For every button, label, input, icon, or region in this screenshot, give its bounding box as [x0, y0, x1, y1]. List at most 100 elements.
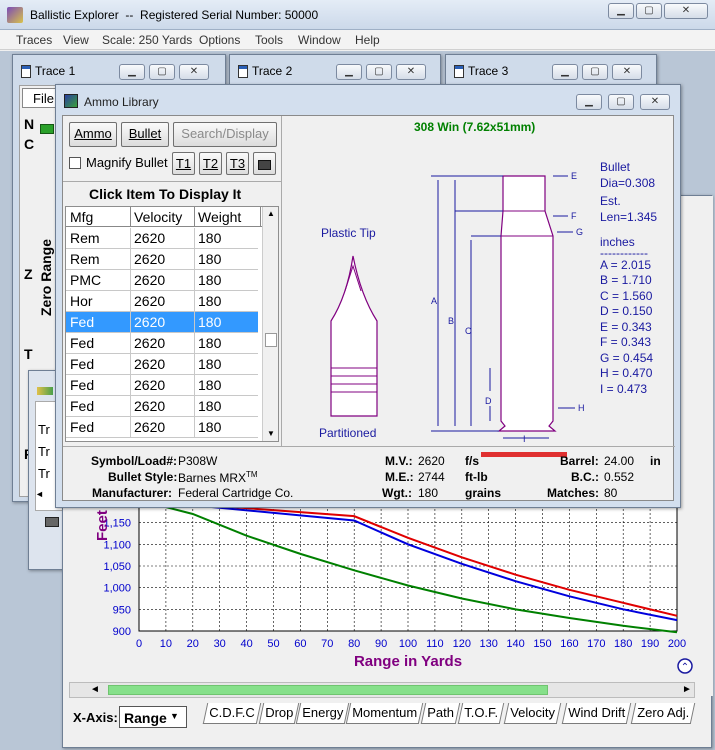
barrel-unit: in — [650, 454, 661, 468]
tab-momentum[interactable]: Momentum — [345, 703, 424, 724]
x-tick-label: 70 — [321, 638, 333, 650]
ammo-list[interactable]: Mfg Velocity Weight Rem 2620 180 Rem 2620 180… — [65, 206, 279, 442]
trace1-maximize-button[interactable]: ▢ — [149, 64, 175, 80]
list-item[interactable]: Hor 2620 180 — [66, 291, 258, 312]
minimize-button[interactable]: ▁ — [608, 3, 634, 19]
tab-momentum-label: Momentum — [352, 705, 418, 720]
menu-traces[interactable]: Traces — [16, 33, 52, 47]
tab-cdfc[interactable]: C.D.F.C — [202, 703, 261, 724]
x-tick-label: 150 — [533, 638, 551, 650]
trace3-close-button[interactable]: ✕ — [612, 64, 642, 80]
menu-window[interactable]: Window — [298, 33, 341, 47]
col-mfg[interactable]: Mfg — [70, 209, 93, 225]
xaxis-select[interactable]: Range ▼ — [119, 706, 187, 728]
t3-button[interactable]: T3 — [226, 152, 249, 175]
list-item[interactable]: PMC 2620 180 — [66, 270, 258, 291]
y-tick-label: 1,050 — [103, 561, 131, 573]
list-item[interactable]: Fed 2620 180 — [66, 354, 258, 375]
t1-button[interactable]: T1 — [172, 152, 195, 175]
tab-path[interactable]: Path — [420, 703, 460, 724]
list-item[interactable]: Fed 2620 180 — [66, 417, 258, 438]
style-value: Barnes MRXTM — [178, 470, 258, 485]
list-item[interactable]: Fed 2620 180 — [66, 375, 258, 396]
bullet-button[interactable]: Bullet — [121, 122, 169, 147]
magnify-checkbox[interactable] — [69, 157, 81, 169]
bullet-button-label: Bullet — [128, 126, 162, 141]
trace1-minimize-button[interactable]: ▁ — [119, 64, 145, 80]
ammo-button[interactable]: Ammo — [69, 122, 117, 147]
scroll-down-arrow[interactable]: ▼ — [267, 429, 275, 438]
list-scroll-thumb[interactable] — [265, 333, 277, 347]
trace2-close-button[interactable]: ✕ — [396, 64, 426, 80]
dim-c: C — [465, 326, 472, 336]
scroll-left-arrow[interactable]: ◄ — [90, 684, 100, 695]
dim-item: C = 1.560 — [600, 288, 653, 303]
menubar: Traces View Scale: 250 Yards Options Too… — [0, 30, 715, 50]
cartridge-case — [497, 175, 557, 432]
scroll-thumb[interactable] — [108, 685, 548, 695]
list-item[interactable]: Fed 2620 180 — [66, 396, 258, 417]
close-button[interactable]: ✕ — [664, 3, 708, 19]
wgt-label: Wgt.: — [382, 486, 412, 500]
list-item[interactable]: Fed 2620 180 — [66, 312, 258, 333]
cell-velocity: 2620 — [134, 398, 166, 414]
trace1-title-wrap: Trace 1 — [21, 64, 75, 79]
col-weight[interactable]: Weight — [198, 209, 241, 225]
menu-scale[interactable]: Scale: 250 Yards — [102, 33, 192, 47]
document-icon — [454, 65, 464, 79]
h-scrollbar[interactable]: ◄ ► — [69, 682, 695, 698]
symbol-value: P308W — [178, 454, 218, 468]
t2-button[interactable]: T2 — [199, 152, 222, 175]
maximize-button[interactable]: ▢ — [636, 3, 662, 19]
dim-i: I — [523, 434, 526, 444]
cell-divider — [130, 417, 131, 438]
scroll-up-arrow[interactable]: ▲ — [267, 209, 275, 218]
list-item[interactable]: Fed 2620 180 — [66, 333, 258, 354]
trace3-maximize-button[interactable]: ▢ — [582, 64, 608, 80]
cell-divider — [194, 228, 195, 249]
trace3-minimize-button[interactable]: ▁ — [552, 64, 578, 80]
cell-weight: 180 — [198, 293, 222, 309]
x-tick-label: 10 — [160, 638, 172, 650]
search-display-button[interactable]: Search/Display — [173, 122, 277, 147]
trace1-close-button[interactable]: ✕ — [179, 64, 209, 80]
col-velocity[interactable]: Velocity — [134, 209, 182, 225]
tab-energy[interactable]: Energy — [295, 703, 350, 724]
app-title: Ballistic Explorer -- Registered Serial … — [30, 8, 319, 22]
ammo-minimize-button[interactable]: ▁ — [576, 94, 602, 110]
cell-weight: 180 — [198, 272, 222, 288]
inner-row-1: Tr — [38, 422, 50, 437]
cell-velocity: 2620 — [134, 251, 166, 267]
scroll-right-arrow[interactable]: ► — [682, 684, 692, 695]
menu-view[interactable]: View — [63, 33, 89, 47]
tab-zero-adj[interactable]: Zero Adj. — [630, 703, 696, 724]
tab-tof[interactable]: T.O.F. — [457, 703, 505, 724]
ammo-maximize-button[interactable]: ▢ — [608, 94, 634, 110]
trace2-minimize-button[interactable]: ▁ — [336, 64, 362, 80]
inner-scroll-left[interactable]: ◄ — [35, 489, 44, 499]
ammo-library-window[interactable]: Ammo Library ▁ ▢ ✕ Ammo Bullet Search/Di… — [55, 84, 681, 508]
cell-divider — [130, 312, 131, 333]
menu-tools[interactable]: Tools — [255, 33, 283, 47]
ammo-close-button[interactable]: ✕ — [640, 94, 670, 110]
scroll-up-glyph: ⌃ — [681, 662, 689, 673]
print-button[interactable] — [253, 152, 276, 175]
menu-options[interactable]: Options — [199, 33, 240, 47]
dim-g: G — [576, 227, 583, 237]
cell-mfg: Hor — [70, 293, 93, 309]
printer-icon[interactable] — [45, 517, 59, 527]
tab-wind-drift[interactable]: Wind Drift — [561, 703, 632, 724]
barrel-label: Barrel: — [560, 454, 599, 468]
trace2-maximize-button[interactable]: ▢ — [366, 64, 392, 80]
app-icon — [7, 7, 23, 23]
menu-help[interactable]: Help — [355, 33, 380, 47]
list-scrollbar[interactable]: ▲ ▼ — [262, 207, 278, 441]
list-item[interactable]: Rem 2620 180 — [66, 249, 258, 270]
list-item[interactable]: Rem 2620 180 — [66, 228, 258, 249]
cell-mfg: Fed — [70, 314, 95, 330]
cell-weight: 180 — [198, 398, 222, 414]
tab-drop[interactable]: Drop — [258, 703, 300, 724]
tab-velocity[interactable]: Velocity — [503, 703, 562, 724]
tab-zero-adj-label: Zero Adj. — [637, 705, 690, 720]
cell-weight: 180 — [198, 419, 222, 435]
